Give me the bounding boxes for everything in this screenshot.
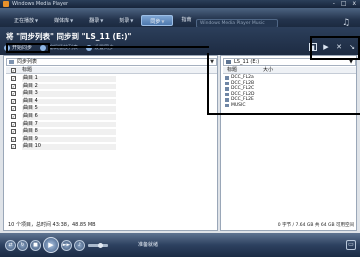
table-row[interactable]: ✓ 曲目 6 xyxy=(6,113,217,121)
annotation-connector-bottom xyxy=(207,113,360,115)
stop-button[interactable]: ■ xyxy=(30,240,41,251)
track-checkbox[interactable]: ✓ xyxy=(11,129,16,135)
column-header: ✓ 标题 xyxy=(6,67,217,74)
track-list: ✓ 曲目 1 ✓ 曲目 2 ✓ 曲目 3 ✓ 曲目 4 ✓ 曲目 5 ✓ 曲目 6 ✓ 曲目 … xyxy=(6,75,217,151)
app-icon xyxy=(3,1,9,7)
mini-mode-button[interactable]: ▭ xyxy=(346,240,356,250)
table-row[interactable]: ✓ 曲目 1 xyxy=(6,75,217,83)
tab-library[interactable]: 媒体库▼ xyxy=(46,15,81,26)
annotation-connector-top xyxy=(50,46,209,48)
device-status: 0 字节 / 7.64 GB 共 64 GB 可用空间 xyxy=(277,223,354,228)
track-checkbox[interactable]: ✓ xyxy=(11,136,16,142)
shuffle-button[interactable]: ⇄ xyxy=(5,240,16,251)
track-checkbox[interactable]: ✓ xyxy=(11,121,16,127)
tab-burn[interactable]: 刻录▼ xyxy=(111,15,141,26)
repeat-button[interactable]: ↻ xyxy=(17,240,28,251)
nav-tabs: 正在播放▼ 媒体库▼ 翻录▼ 刻录▼ 同步▼ 指南 xyxy=(6,15,199,26)
tab-now-playing[interactable]: 正在播放▼ xyxy=(6,15,46,26)
playlist-dropdown[interactable]: 同步列表 ▼ xyxy=(6,58,217,66)
table-row[interactable]: ✓ 曲目 3 xyxy=(6,90,217,98)
track-checkbox[interactable]: ✓ xyxy=(11,76,16,81)
nav-bar: 正在播放▼ 媒体库▼ 翻录▼ 刻录▼ 同步▼ 指南 Windows Media … xyxy=(0,8,360,28)
sync-header: 将 "同步列表" 同步到 "LS_11 (E:)" 开始同步 编辑播放列表 设置… xyxy=(0,27,360,55)
mute-button[interactable]: ♪ xyxy=(74,240,85,251)
volume-knob[interactable] xyxy=(98,243,103,248)
page-title: 将 "同步列表" 同步到 "LS_11 (E:)" xyxy=(6,32,132,41)
track-checkbox[interactable]: ✓ xyxy=(11,83,16,89)
select-all-checkbox[interactable]: ✓ xyxy=(11,68,16,73)
table-row[interactable]: ✓ 曲目 8 xyxy=(6,128,217,136)
next-button[interactable]: ►► xyxy=(61,240,72,251)
playlist-icon xyxy=(9,60,14,64)
sync-list-pane: 同步列表 ▼ ✓ 标题 ✓ 曲目 1 ✓ 曲目 2 ✓ 曲目 3 ✓ 曲目 4 ✓ 曲目 … xyxy=(3,55,218,231)
track-checkbox[interactable]: ✓ xyxy=(11,144,16,150)
title-bar: Windows Media Player - □ x xyxy=(0,0,360,8)
column-title[interactable]: 标题 xyxy=(22,67,32,74)
chevron-down-icon[interactable]: ▼ xyxy=(35,18,38,23)
table-row[interactable]: ✓ 曲目 5 xyxy=(6,105,217,113)
list-status: 10 个项目，总时间 43:38，48.85 MB xyxy=(8,222,96,228)
volume-slider[interactable] xyxy=(88,243,108,248)
chevron-down-icon[interactable]: ▼ xyxy=(70,18,73,23)
track-checkbox[interactable]: ✓ xyxy=(11,113,16,119)
annotation-box-right xyxy=(310,36,360,60)
annotation-box-left xyxy=(6,43,50,53)
table-row[interactable]: ✓ 曲目 10 xyxy=(6,143,217,151)
window-controls[interactable]: - □ x xyxy=(333,0,358,8)
track-checkbox[interactable]: ✓ xyxy=(11,106,16,112)
player-controls: ⇄ ↻ ■ ▶ ►► ♪ 准备就绪 ▭ xyxy=(0,233,360,257)
chevron-down-icon[interactable]: ▼ xyxy=(130,18,133,23)
player-status: 准备就绪 xyxy=(138,242,159,248)
window-title: Windows Media Player xyxy=(12,1,69,7)
tab-sync[interactable]: 同步▼ xyxy=(141,15,174,26)
chevron-down-icon[interactable]: ▼ xyxy=(100,18,103,23)
tab-rip[interactable]: 翻录▼ xyxy=(81,15,111,26)
annotation-connector xyxy=(207,53,323,115)
play-button[interactable]: ▶ xyxy=(43,237,59,253)
chevron-down-icon[interactable]: ▼ xyxy=(161,19,164,24)
track-checkbox[interactable]: ✓ xyxy=(11,91,16,97)
track-checkbox[interactable]: ✓ xyxy=(11,98,16,104)
